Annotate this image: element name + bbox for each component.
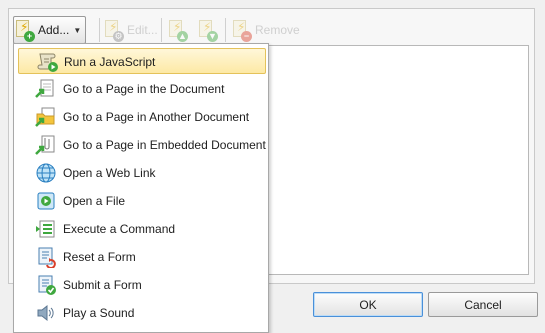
menu-item-goto-page[interactable]: Go to a Page in the Document [18, 76, 266, 102]
menu-item-play-sound[interactable]: Play a Sound [18, 300, 266, 326]
cancel-button[interactable]: Cancel [428, 292, 538, 317]
menu-item-label: Open a Web Link [63, 166, 156, 180]
menu-item-label: Go to a Page in the Document [63, 82, 225, 96]
menu-item-open-file[interactable]: Open a File [18, 188, 266, 214]
menu-item-label: Go to a Page in Another Document [63, 110, 250, 124]
ok-button[interactable]: OK [313, 292, 423, 317]
menu-item-goto-embedded-document[interactable]: Go to a Page in Embedded Document [18, 132, 266, 158]
menu-item-label: Submit a Form [63, 278, 142, 292]
add-button-label: Add... [38, 23, 70, 37]
actions-toolbar: ⚡ + Add... ▼ ⚡ ⚙ Edit... ⚡ ▲ ⚡ ▼ ⚡ − Rem… [13, 16, 533, 46]
open-file-icon [37, 192, 55, 210]
move-down-button[interactable]: ⚡ ▼ [199, 16, 218, 44]
menu-item-label: Play a Sound [63, 306, 135, 320]
goto-other-document-icon [35, 107, 55, 127]
menu-item-label: Go to a Page in Embedded Document [63, 138, 266, 152]
menu-item-submit-form[interactable]: Submit a Form [18, 272, 266, 298]
menu-item-label: Execute a Command [63, 222, 176, 236]
add-action-icon: ⚡ + [16, 20, 35, 42]
menu-item-goto-another-document[interactable]: Go to a Page in Another Document [18, 104, 266, 130]
remove-button[interactable]: ⚡ − Remove [233, 16, 300, 44]
reset-form-icon [38, 247, 56, 268]
menu-item-label: Run a JavaScript [64, 55, 156, 69]
menu-item-run-javascript[interactable]: Run a JavaScript [18, 48, 266, 74]
script-icon [37, 53, 58, 72]
goto-embedded-document-icon [35, 135, 55, 155]
menu-item-reset-form[interactable]: Reset a Form [18, 244, 266, 270]
add-button[interactable]: ⚡ + Add... ▼ [13, 16, 87, 44]
move-up-button[interactable]: ⚡ ▲ [169, 16, 188, 44]
sound-icon [37, 304, 54, 322]
menu-item-open-web-link[interactable]: Open a Web Link [18, 160, 266, 186]
execute-command-icon [36, 220, 55, 238]
remove-action-icon: ⚡ − [233, 20, 252, 42]
add-action-menu: Run a JavaScript Go to a Page in the Doc… [13, 43, 269, 333]
submit-form-icon [38, 275, 56, 295]
menu-item-label: Reset a Form [63, 250, 136, 264]
move-up-icon: ⚡ ▲ [169, 20, 188, 42]
edit-button-label: Edit... [127, 23, 158, 37]
chevron-down-icon: ▼ [73, 25, 82, 35]
move-down-icon: ⚡ ▼ [199, 20, 218, 42]
actions-dialog: ⚡ + Add... ▼ ⚡ ⚙ Edit... ⚡ ▲ ⚡ ▼ ⚡ − Rem… [0, 0, 545, 333]
remove-button-label: Remove [255, 23, 300, 37]
menu-item-label: Open a File [63, 194, 126, 208]
edit-button[interactable]: ⚡ ⚙ Edit... [105, 16, 158, 44]
menu-item-execute-command[interactable]: Execute a Command [18, 216, 266, 242]
goto-page-icon [35, 79, 54, 98]
edit-action-icon: ⚡ ⚙ [105, 20, 124, 42]
actions-list[interactable] [265, 45, 529, 275]
web-link-icon [36, 163, 56, 183]
